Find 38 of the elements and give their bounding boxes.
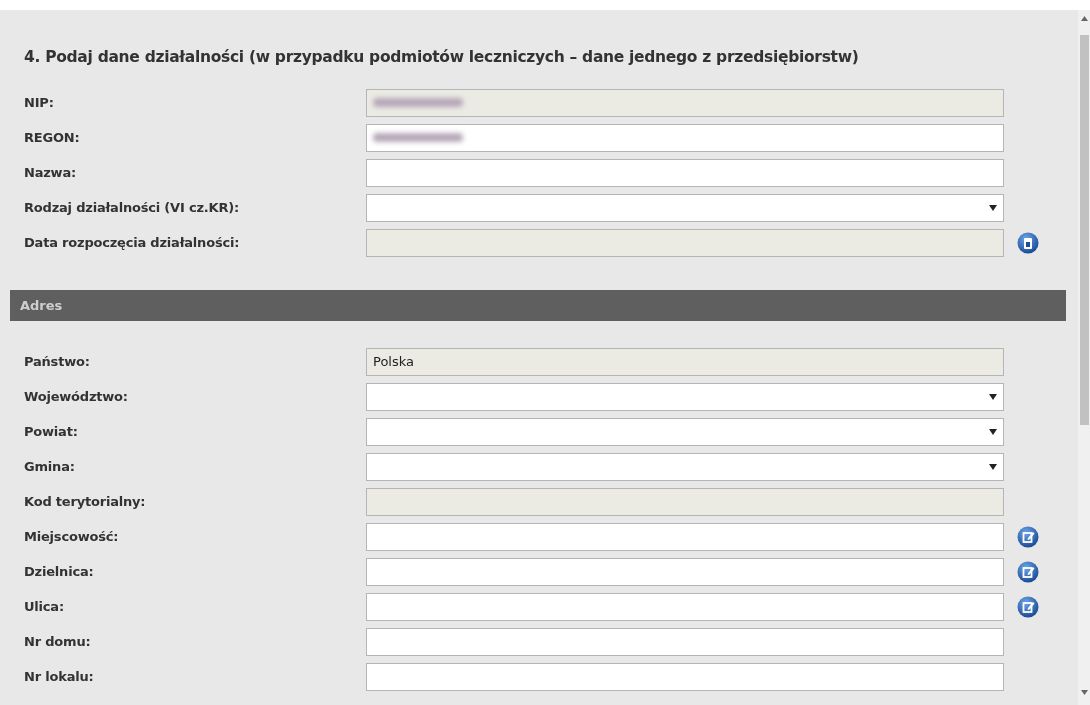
input-field[interactable] xyxy=(366,522,1004,551)
dropdown-field[interactable] xyxy=(366,417,1004,446)
caret-icon xyxy=(989,463,997,470)
field-label: Dzielnica: xyxy=(23,563,95,581)
field-label: Miejscowość: xyxy=(23,528,120,546)
field-label: Rodzaj działalności (VI cz.KR): xyxy=(23,199,240,217)
edit-icon[interactable] xyxy=(1017,595,1039,618)
caret-icon xyxy=(989,393,997,400)
field-label: NIP: xyxy=(23,94,55,112)
input-field[interactable] xyxy=(366,123,1004,152)
field-label: Nr lokalu: xyxy=(23,668,95,686)
field-label: Nr domu: xyxy=(23,633,92,651)
scroll-up-arrow[interactable] xyxy=(1080,16,1088,21)
field-label: Nazwa: xyxy=(23,164,77,182)
input-field[interactable] xyxy=(366,557,1004,586)
field-label: Województwo: xyxy=(23,388,129,406)
edit-icon[interactable] xyxy=(1017,560,1039,583)
section-title: 4. Podaj dane działalności (w przypadku podmiotów leczniczych – dane jednego z przedsiębiorstw) xyxy=(24,47,860,68)
caret-icon xyxy=(989,428,997,435)
field-label: Gmina: xyxy=(23,458,76,476)
caret-icon xyxy=(989,204,997,211)
scrollbar-thumb[interactable] xyxy=(1079,35,1089,425)
scroll-down-arrow[interactable] xyxy=(1080,690,1088,695)
edit-icon[interactable] xyxy=(1017,525,1039,548)
dropdown-field[interactable] xyxy=(366,193,1004,222)
dropdown-field[interactable] xyxy=(366,452,1004,481)
field-label: Kod terytorialny: xyxy=(23,493,147,511)
field-label: Ulica: xyxy=(23,598,65,616)
field-label: Powiat: xyxy=(23,423,79,441)
input-field[interactable] xyxy=(366,627,1004,656)
field-label: REGON: xyxy=(23,129,81,147)
section-header: Adres xyxy=(10,290,1066,322)
dropdown-field[interactable] xyxy=(366,382,1004,411)
input-field[interactable] xyxy=(366,662,1004,691)
input-field[interactable] xyxy=(366,158,1004,187)
input-field[interactable] xyxy=(366,592,1004,621)
field-label: Data rozpoczęcia działalności: xyxy=(23,234,241,252)
field-label: Państwo: xyxy=(23,353,91,371)
